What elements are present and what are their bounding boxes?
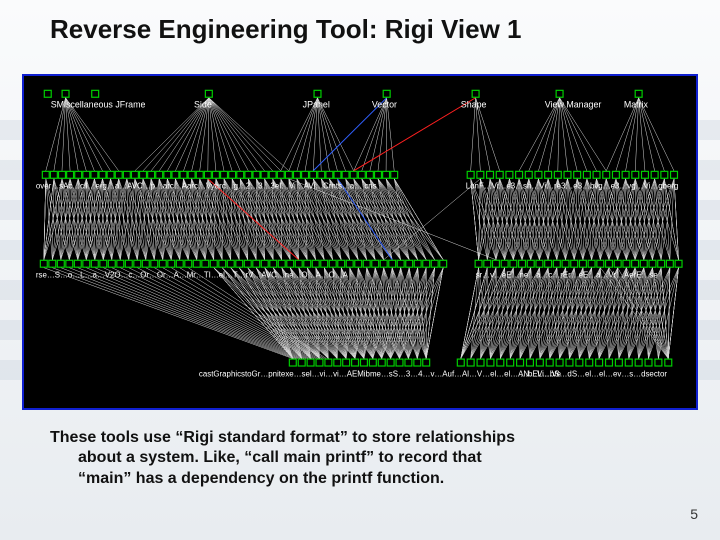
- svg-text:over…sAc…cll…erg…a…AVC…p…arc…A: over…sAc…cll…erg…a…AVC…p…arc…Aarc…Vyarc……: [36, 182, 377, 191]
- svg-text:Matrix: Matrix: [624, 100, 649, 110]
- svg-text:Vector: Vector: [372, 100, 397, 110]
- svg-text:JPanel: JPanel: [303, 100, 330, 110]
- page-number: 5: [690, 506, 698, 522]
- rigi-graph-svg: SMiscellaneous JFrame Side JPanel Vector Sha…: [24, 76, 696, 408]
- caption-line-3: “main” has a dependency on the printf fu…: [50, 469, 670, 489]
- rigi-screenshot: SMiscellaneous JFrame Side JPanel Vector Sha…: [22, 74, 698, 410]
- svg-text:…bEL…bS…dS…el…el…ev…s…dsector: …bEL…bS…dS…el…el…ev…s…dsector: [520, 369, 667, 378]
- caption-line-1: These tools use “Rigi standard format” t…: [50, 429, 515, 446]
- svg-text:Shape: Shape: [461, 100, 487, 110]
- svg-text:rse…S…o…L…a…V2O…c…Or…Or…A…Mr…T: rse…S…o…L…a…V2O…c…Or…Or…A…Mr…TI…el…T…rV……: [36, 271, 349, 280]
- caption-line-2: about a system. Like, “call main printf”…: [50, 448, 670, 468]
- svg-text:sr…v…eE…ne…a…c…rEr…eE…a…Vr…Aer: sr…v…eE…ne…a…c…rEr…eE…a…Vr…AerE…se: [476, 271, 659, 280]
- svg-text:SMiscellaneous JFrame: SMiscellaneous JFrame: [51, 100, 146, 110]
- svg-text:castGraphicstoGr…pnitexe…sel…v: castGraphicstoGr…pnitexe…sel…vi…vi…AEMib…: [199, 369, 562, 378]
- slide-title: Reverse Engineering Tool: Rigi View 1: [50, 14, 522, 45]
- svg-text:LonF…Vi…e3…sh…Vi…re3…e3…bvg…e3: LonF…Vi…e3…sh…Vi…re3…e3…bvg…e3…vg…Vi…gbe…: [466, 182, 679, 191]
- slide-caption: These tools use “Rigi standard format” t…: [50, 428, 670, 489]
- svg-text:View Manager: View Manager: [545, 100, 602, 110]
- svg-text:Side: Side: [194, 100, 212, 110]
